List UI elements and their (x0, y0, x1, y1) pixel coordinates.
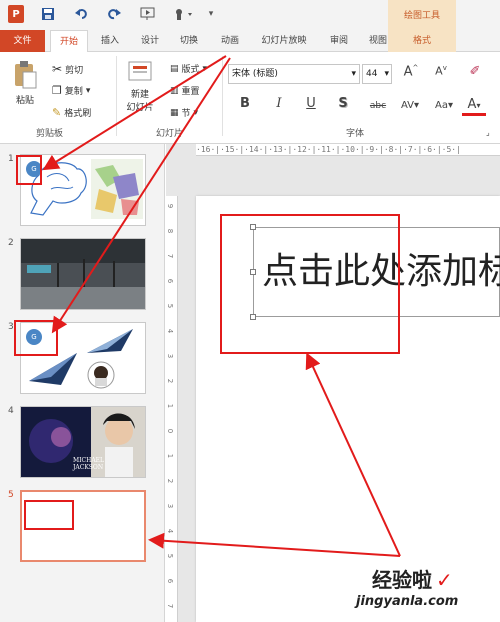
arrow-to-slide-5 (148, 532, 401, 557)
arrow-to-badge-3 (51, 57, 231, 334)
arrow-to-badge-1 (42, 55, 227, 171)
watermark-brand: 经验啦 ✓ (372, 564, 453, 593)
watermark-brand-text: 经验啦 (372, 568, 432, 592)
annotation-arrows (42, 55, 401, 557)
check-mark-icon: ✓ (436, 568, 453, 592)
watermark-url: jingyanla.com (356, 594, 459, 609)
arrow-to-placeholder (305, 352, 401, 557)
